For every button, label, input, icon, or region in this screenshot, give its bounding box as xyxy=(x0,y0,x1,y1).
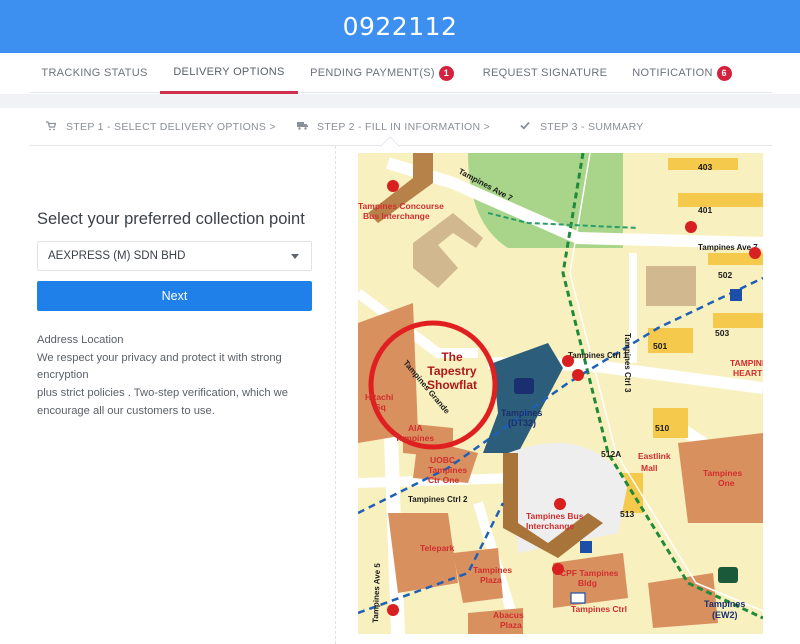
map-place-label: Bus Interchange xyxy=(363,211,430,221)
station-name: Tampines xyxy=(704,599,745,609)
map-highlight-line-2: Tapestry xyxy=(427,364,476,378)
header-bar: 0922112 xyxy=(0,0,800,53)
truck-icon xyxy=(297,121,309,133)
tab-label: TRACKING STATUS xyxy=(41,67,148,79)
map-road-label: Tampines Ctrl 3 xyxy=(623,333,632,393)
map-block-number: 513 xyxy=(620,509,634,519)
map-place-label: Tampines xyxy=(473,565,512,575)
map-place-label: CPF Tampines xyxy=(560,568,619,578)
collection-point-prompt: Select your preferred collection point xyxy=(37,210,305,228)
station-name: Tampines xyxy=(501,408,542,418)
tab-tracking-status[interactable]: TRACKING STATUS xyxy=(30,53,159,93)
map-place-label: Sq xyxy=(375,402,386,412)
map-place-label: Ctr One xyxy=(428,475,459,485)
map-block-number: 502 xyxy=(718,270,732,280)
station-code: (DT32) xyxy=(508,418,536,428)
next-button[interactable]: Next xyxy=(37,281,312,311)
map-block-number: 510 xyxy=(655,423,669,433)
map-block-number: 501 xyxy=(653,341,667,351)
map-place-label: AIA xyxy=(408,423,423,433)
chevron-down-icon xyxy=(291,254,299,259)
map-place-label: Interchange xyxy=(526,521,574,531)
map-block-number: 503 xyxy=(715,328,729,338)
map-place-label: Hitachi xyxy=(365,392,393,402)
notification-count-badge: 6 xyxy=(716,65,732,81)
map-place-label: Plaza xyxy=(500,620,522,630)
step-indicator: STEP 1 - SELECT DELIVERY OPTIONS > STEP … xyxy=(30,108,772,146)
tab-label: REQUEST SIGNATURE xyxy=(482,67,608,79)
tab-notification[interactable]: NOTIFICATION 6 xyxy=(626,53,738,93)
map-place-label: Tampines xyxy=(395,433,434,443)
section-separator xyxy=(0,94,800,108)
tab-delivery-options[interactable]: DELIVERY OPTIONS xyxy=(160,53,298,94)
map-place-label: Tampines Bus xyxy=(526,511,584,521)
map-road-label: Tampines Ctrl 2 xyxy=(408,495,468,504)
metro-station-icon xyxy=(514,378,534,394)
step-label: STEP 3 - SUMMARY xyxy=(540,121,644,133)
tab-label: PENDING PAYMENT(S) xyxy=(310,67,435,79)
map-place-label: Tampines Concourse xyxy=(358,201,444,211)
metro-station-icon xyxy=(718,567,738,583)
tab-bar: TRACKING STATUS DELIVERY OPTIONS PENDING… xyxy=(30,53,772,94)
map-place-label: Eastlink xyxy=(638,451,671,461)
map-block-number: 401 xyxy=(698,205,712,215)
cart-icon xyxy=(46,120,58,134)
station-code: (EW2) xyxy=(712,610,738,620)
map-place-label: Tampines Ctrl xyxy=(571,604,627,614)
step-label: STEP 1 - SELECT DELIVERY OPTIONS > xyxy=(66,121,276,133)
map-place-label: UOBC xyxy=(430,455,455,465)
map-road-label: Tampines Ctrl 1 xyxy=(568,351,628,360)
tab-label: NOTIFICATION xyxy=(632,67,713,79)
map-road-label: Tampines Ave 7 xyxy=(698,243,758,252)
map-block-number: 403 xyxy=(698,162,712,172)
map-place-label: Telepark xyxy=(420,543,455,553)
check-icon xyxy=(520,121,532,133)
step-1: STEP 1 - SELECT DELIVERY OPTIONS > xyxy=(46,108,276,146)
map-highlight-line-1: The xyxy=(441,350,463,364)
selected-option: AEXPRESS (M) SDN BHD xyxy=(48,250,186,262)
map-place-label: HEART xyxy=(733,368,763,378)
tab-request-signature[interactable]: REQUEST SIGNATURE xyxy=(470,53,620,93)
tracking-number: 0922112 xyxy=(342,12,458,41)
collection-point-select[interactable]: AEXPRESS (M) SDN BHD xyxy=(37,241,312,271)
address-line-2: plus strict policies . Two-step verifica… xyxy=(37,387,288,417)
map-place-label: TAMPINES xyxy=(730,358,763,368)
tab-pending-payments[interactable]: PENDING PAYMENT(S) 1 xyxy=(302,53,462,93)
address-line-1: We respect your privacy and protect it w… xyxy=(37,351,282,382)
map-place-label: Tampines xyxy=(703,468,742,478)
map-place-label: Plaza xyxy=(480,575,502,585)
tab-label: DELIVERY OPTIONS xyxy=(173,66,285,78)
step-3: STEP 3 - SUMMARY xyxy=(520,108,644,146)
map-place-label: Abacus xyxy=(493,610,524,620)
map-place-label: One xyxy=(718,478,735,488)
map-place-label: Mall xyxy=(641,463,658,473)
panel-divider xyxy=(335,146,336,644)
map-block-number: 512A xyxy=(601,449,621,459)
address-info: Address Location We respect your privacy… xyxy=(37,332,312,421)
map-place-label: Bldg xyxy=(578,578,597,588)
pending-count-badge: 1 xyxy=(438,65,454,81)
location-map[interactable]: The Tapestry Showflat Tampines Ave 7 Tam… xyxy=(358,153,763,634)
step-label: STEP 2 - FILL IN INFORMATION > xyxy=(317,121,491,133)
map-place-label: Tampines xyxy=(428,465,467,475)
address-heading: Address Location xyxy=(37,334,124,346)
